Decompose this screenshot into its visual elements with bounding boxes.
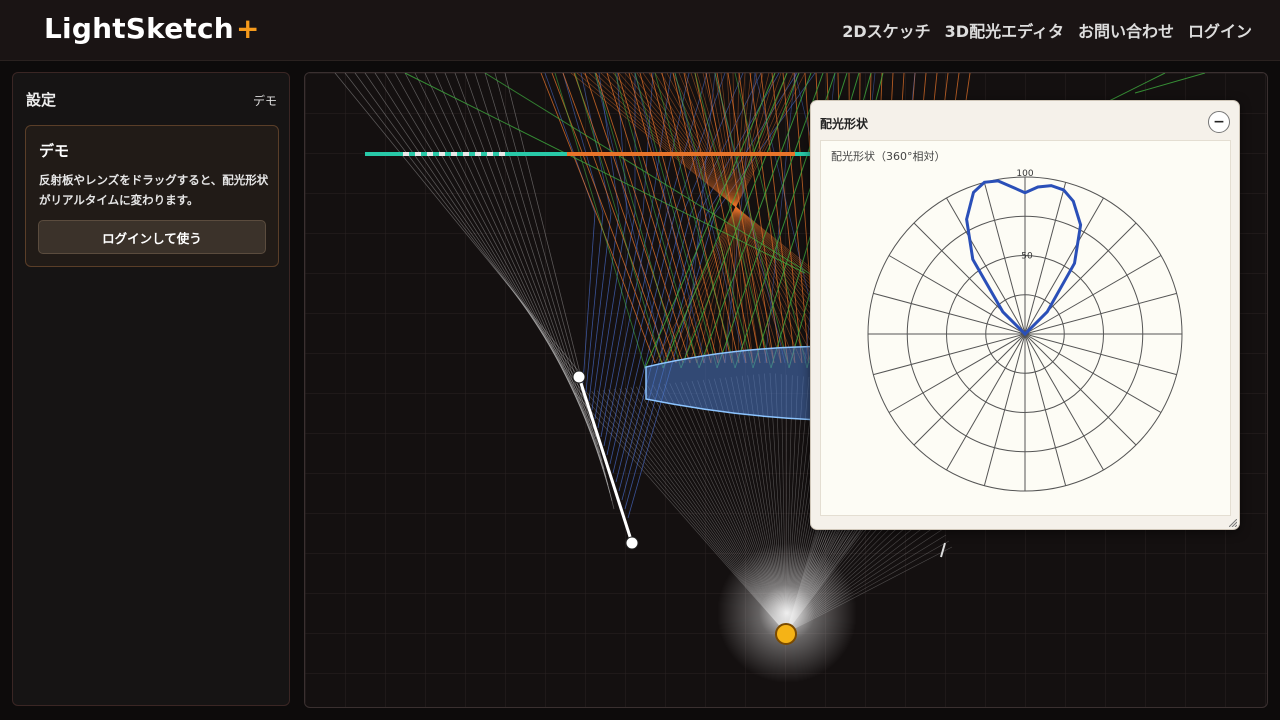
polar-spoke <box>873 333 1026 376</box>
polar-spoke <box>888 255 1026 335</box>
main-nav: 2Dスケッチ 3D配光エディタ お問い合わせ ログイン <box>842 18 1252 42</box>
nav-3d-editor[interactable]: 3D配光エディタ <box>945 18 1064 42</box>
app-logo[interactable]: LightSketch+ <box>44 12 260 45</box>
polar-spoke <box>1024 255 1162 335</box>
polar-chart: 100 50 <box>867 169 1183 492</box>
nav-login[interactable]: ログイン <box>1188 18 1252 42</box>
polar-spoke <box>983 182 1026 335</box>
panel-title: 配光形状 <box>820 117 869 131</box>
polar-spoke <box>1024 333 1067 486</box>
polar-spoke <box>888 333 1026 413</box>
polar-spoke <box>913 333 1026 446</box>
polar-spoke <box>1024 333 1162 413</box>
minimize-button[interactable]: − <box>1208 111 1230 133</box>
polar-spoke <box>1024 333 1104 471</box>
reflector-handle-top[interactable] <box>572 370 586 384</box>
polar-spoke <box>946 333 1026 471</box>
nav-2d-sketch[interactable]: 2Dスケッチ <box>842 18 930 42</box>
polar-spoke <box>1024 292 1177 335</box>
polar-spoke <box>1024 197 1104 335</box>
distribution-panel[interactable]: 配光形状 − 配光形状（360°相対） 100 50 <box>810 100 1240 530</box>
reflector-handle-bottom[interactable] <box>625 536 639 550</box>
source-glow <box>717 543 857 683</box>
demo-description: 反射板やレンズをドラッグすると、配光形状がリアルタイムに変わります。 <box>39 173 269 207</box>
polar-spoke <box>946 197 1026 335</box>
light-source-handle[interactable] <box>775 623 797 645</box>
sidebar-mode: デモ <box>252 94 277 108</box>
top-bar: LightSketch+ 2Dスケッチ 3D配光エディタ お問い合わせ ログイン <box>0 0 1280 61</box>
polar-spoke <box>1024 333 1177 376</box>
login-to-use-button[interactable]: ログインして使う <box>38 220 266 254</box>
settings-sidebar: 設定 デモ デモ 反射板やレンズをドラッグすると、配光形状がリアルタイムに変わり… <box>12 72 290 706</box>
nav-contact[interactable]: お問い合わせ <box>1078 18 1174 42</box>
polar-spoke <box>873 292 1026 335</box>
polar-spoke <box>1024 333 1137 446</box>
demo-title: デモ <box>39 142 70 160</box>
polar-spoke <box>983 333 1026 486</box>
logo-plus: + <box>235 12 260 45</box>
demo-card: デモ 反射板やレンズをドラッグすると、配光形状がリアルタイムに変わります。 ログ… <box>25 125 279 267</box>
resize-grip-icon[interactable] <box>1229 519 1237 527</box>
polar-chart-area: 配光形状（360°相対） 100 50 <box>820 140 1231 516</box>
radial-tick-label-100: 100 <box>1016 169 1033 179</box>
sidebar-title: 設定 <box>26 91 57 109</box>
app-name: LightSketch <box>44 12 234 45</box>
radial-tick-label-50: 50 <box>1021 252 1033 262</box>
